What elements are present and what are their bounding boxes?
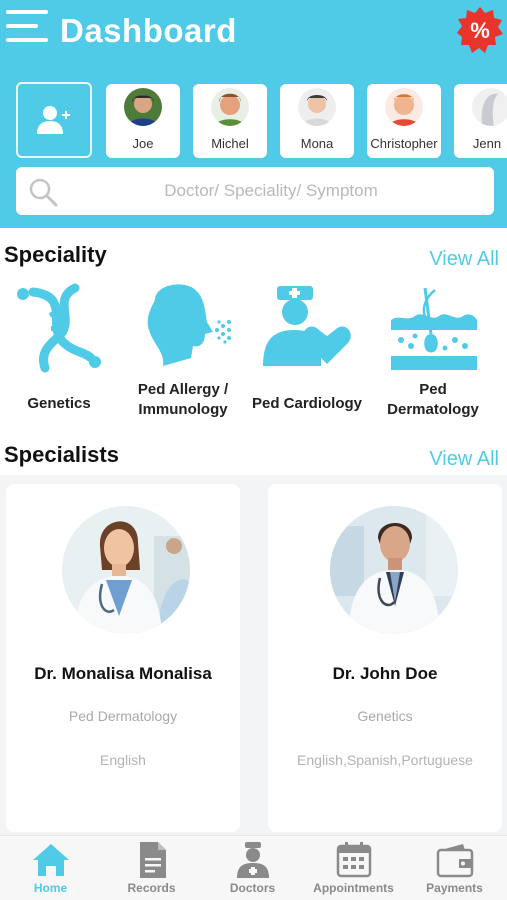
- add-patient-button[interactable]: [16, 82, 92, 158]
- specialists-heading: Specialists: [4, 442, 119, 467]
- bottom-nav: Home Records Doctors Appointments Paymen…: [0, 835, 507, 900]
- nav-payments[interactable]: Payments: [404, 836, 505, 900]
- add-user-icon: [37, 106, 70, 134]
- patient-card-michel[interactable]: Michel: [193, 84, 267, 158]
- speciality-label: Genetics: [27, 395, 91, 412]
- discount-symbol: %: [470, 18, 490, 43]
- speciality-item-allergy[interactable]: Ped Allergy / Immunology: [124, 278, 242, 428]
- speciality-list: Genetics Ped Allergy / Immunology Ped Ca…: [0, 278, 507, 428]
- doctor-speciality: Ped Dermatology: [68, 708, 178, 724]
- wallet-icon: [436, 844, 473, 878]
- doctor-icon: [236, 842, 269, 878]
- patient-name: Joe: [132, 136, 154, 151]
- patient-name: Michel: [211, 136, 249, 151]
- sneeze-face-icon: [147, 284, 231, 366]
- speciality-view-all-link[interactable]: View All: [429, 248, 499, 271]
- doctor-photo: [330, 506, 458, 634]
- search-bar: [16, 167, 494, 215]
- search-input[interactable]: [66, 175, 476, 207]
- patient-card-jenn[interactable]: Jenn: [454, 84, 507, 158]
- doctor-name: Dr. John Doe: [332, 664, 438, 683]
- doctor-languages: English: [100, 752, 146, 768]
- patient-name: Christopher: [370, 136, 438, 151]
- menu-icon[interactable]: [6, 8, 52, 46]
- nav-label: Doctors: [229, 881, 276, 895]
- page-title: Dashboard: [60, 12, 237, 49]
- speciality-item-cardiology[interactable]: Ped Cardiology: [248, 278, 366, 428]
- search-icon: [29, 178, 58, 207]
- avatar: [298, 88, 336, 126]
- speciality-item-genetics[interactable]: Genetics: [0, 278, 118, 428]
- doctor-card[interactable]: Dr. John Doe Genetics English,Spanish,Po…: [268, 484, 502, 832]
- doctor-heart-icon: [263, 286, 351, 366]
- patient-card-christopher[interactable]: Christopher: [367, 84, 441, 158]
- speciality-label: Ped Dermatology: [387, 381, 479, 418]
- home-icon: [32, 844, 69, 876]
- nav-label: Records: [127, 881, 176, 895]
- nav-label: Payments: [426, 881, 483, 895]
- nav-label: Home: [33, 881, 68, 895]
- doctor-card[interactable]: Dr. Monalisa Monalisa Ped Dermatology En…: [6, 484, 240, 832]
- doctor-photo: [62, 506, 190, 634]
- patient-name: Jenn: [472, 136, 502, 151]
- patient-name: Mona: [300, 136, 334, 151]
- dna-icon: [17, 283, 101, 373]
- specialists-view-all-link[interactable]: View All: [429, 448, 499, 471]
- doctor-languages: English,Spanish,Portuguese: [297, 752, 473, 768]
- nav-home[interactable]: Home: [0, 836, 101, 900]
- speciality-label: Ped Allergy / Immunology: [137, 381, 229, 418]
- doctor-name: Dr. Monalisa Monalisa: [34, 664, 212, 683]
- avatar: [211, 88, 249, 126]
- avatar: [385, 88, 423, 126]
- nav-doctors[interactable]: Doctors: [202, 836, 303, 900]
- calendar-icon: [336, 842, 371, 878]
- speciality-item-dermatology[interactable]: Ped Dermatology: [374, 278, 492, 428]
- discount-badge-icon[interactable]: %: [456, 6, 504, 54]
- doctor-speciality: Genetics: [357, 708, 413, 724]
- patient-card-mona[interactable]: Mona: [280, 84, 354, 158]
- nav-appointments[interactable]: Appointments: [303, 836, 404, 900]
- nav-label: Appointments: [313, 881, 394, 895]
- avatar: [472, 88, 507, 126]
- patient-card-joe[interactable]: Joe: [106, 84, 180, 158]
- skin-hair-icon: [391, 287, 477, 370]
- patients-row: Joe Michel Mona Christopher Jenn: [16, 82, 507, 160]
- speciality-label: Ped Cardiology: [251, 395, 363, 412]
- records-icon: [139, 842, 166, 878]
- avatar: [124, 88, 162, 126]
- nav-records[interactable]: Records: [101, 836, 202, 900]
- header: Dashboard % Joe Michel Mona Christopher …: [0, 0, 507, 228]
- speciality-heading: Speciality: [4, 242, 107, 267]
